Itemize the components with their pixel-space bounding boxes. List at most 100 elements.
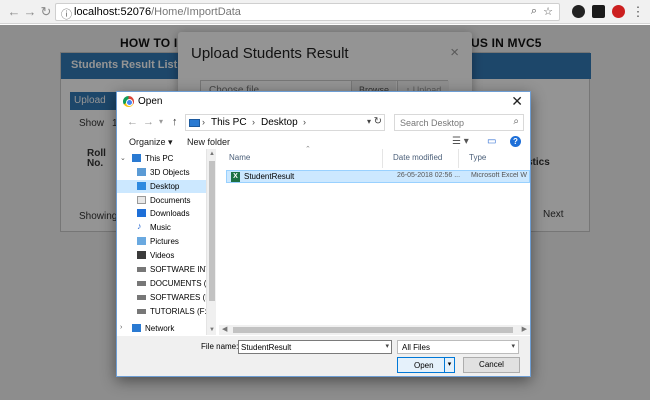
nav-label: 3D Objects bbox=[150, 168, 190, 177]
cancel-button[interactable]: Cancel bbox=[463, 357, 520, 373]
refresh-icon[interactable]: ↻ bbox=[374, 116, 382, 127]
drive-icon bbox=[137, 281, 146, 286]
preview-pane-icon[interactable]: ▭ bbox=[487, 136, 496, 147]
dialog-address-bar[interactable]: › This PC › Desktop › ▾ ↻ bbox=[185, 114, 385, 131]
address-bar[interactable]: ⓘ localhost:52076/Home/ImportData ⌕ ☆ bbox=[55, 3, 560, 21]
nav-label: Desktop bbox=[150, 182, 180, 191]
dialog-forward-icon[interactable]: → bbox=[143, 116, 154, 128]
nav-item-tutorials-drive[interactable]: TUTORIALS (F:) bbox=[117, 305, 209, 318]
nav-item-documents-drive[interactable]: DOCUMENTS (D bbox=[117, 277, 209, 290]
column-name[interactable]: Name ⌃ bbox=[219, 146, 383, 168]
recent-locations-icon[interactable]: ▾ bbox=[159, 117, 163, 126]
help-icon[interactable]: ? bbox=[510, 136, 521, 147]
expand-chevron-icon[interactable]: › bbox=[120, 324, 122, 331]
dialog-close-icon[interactable]: ✕ bbox=[511, 93, 523, 110]
nav-label: Network bbox=[145, 324, 175, 333]
nav-item-pictures[interactable]: Pictures bbox=[117, 235, 209, 248]
nav-label: DOCUMENTS (D bbox=[150, 279, 209, 288]
nav-label: TUTORIALS (F:) bbox=[150, 307, 209, 316]
nav-item-software-drive[interactable]: SOFTWARE INTA bbox=[117, 263, 209, 276]
scroll-down-icon[interactable]: ▼ bbox=[209, 327, 215, 333]
open-options-chevron-icon[interactable]: ▾ bbox=[444, 358, 454, 372]
scroll-thumb[interactable] bbox=[209, 161, 215, 301]
nav-item-softwares-drive[interactable]: SOFTWARES (E:) bbox=[117, 291, 209, 304]
dialog-back-icon[interactable]: ← bbox=[127, 116, 138, 128]
forward-icon[interactable]: → bbox=[22, 4, 38, 20]
file-name: StudentResult bbox=[244, 172, 295, 181]
pictures-icon bbox=[137, 237, 146, 245]
view-options-icon[interactable]: ☰ ▾ bbox=[452, 136, 469, 147]
dialog-address-row: ← → ▾ ↑ › This PC › Desktop › ▾ ↻ Search… bbox=[117, 112, 530, 134]
zoom-icon[interactable]: ⌕ bbox=[531, 5, 537, 18]
chrome-icon bbox=[123, 96, 134, 107]
page-info-icon[interactable]: ⓘ bbox=[61, 6, 72, 22]
nav-label: SOFTWARE INTA bbox=[150, 265, 209, 274]
scroll-left-icon[interactable]: ◀ bbox=[222, 325, 227, 333]
cube-icon bbox=[137, 168, 146, 176]
drive-icon bbox=[137, 309, 146, 314]
breadcrumb-desktop[interactable]: Desktop bbox=[261, 117, 298, 128]
up-folder-icon[interactable]: ↑ bbox=[172, 116, 178, 128]
file-row[interactable]: X StudentResult 26-05-2018 02:56 ... Mic… bbox=[226, 170, 530, 183]
nav-item-videos[interactable]: Videos bbox=[117, 249, 209, 262]
nav-item-this-pc[interactable]: ⌄ This PC bbox=[117, 152, 209, 165]
bookmark-star-icon[interactable]: ☆ bbox=[543, 5, 553, 18]
drive-icon bbox=[137, 295, 146, 300]
nav-scrollbar[interactable]: ▲ ▼ bbox=[206, 149, 216, 335]
nav-item-network[interactable]: › Network bbox=[117, 322, 209, 335]
menu-icon[interactable]: ⋮ bbox=[630, 4, 646, 20]
extension-icon[interactable] bbox=[572, 5, 585, 18]
column-type[interactable]: Type bbox=[459, 149, 530, 168]
opera-icon[interactable] bbox=[612, 5, 625, 18]
new-folder-button[interactable]: New folder bbox=[187, 137, 230, 147]
file-list-hscrollbar[interactable]: ◀ ▶ bbox=[219, 325, 530, 335]
address-dropdown-icon[interactable]: ▾ bbox=[367, 117, 371, 126]
organize-button[interactable]: Organize ▾ bbox=[129, 137, 173, 148]
nav-label: Documents bbox=[150, 196, 191, 205]
dialog-title: Open bbox=[138, 96, 163, 107]
file-list: Name ⌃ Date modified Type X StudentResult… bbox=[219, 146, 530, 335]
breadcrumb-sep-icon[interactable]: › bbox=[303, 117, 306, 127]
column-label: Type bbox=[469, 153, 487, 162]
videos-icon bbox=[137, 251, 146, 259]
nav-item-desktop[interactable]: Desktop bbox=[117, 180, 209, 193]
dialog-footer: File name: ▾ All Files ▾ Open ▾ Cancel bbox=[117, 336, 530, 376]
search-input[interactable]: Search Desktop ⌕ bbox=[394, 114, 524, 131]
nav-label: Pictures bbox=[150, 237, 179, 246]
downloads-icon bbox=[137, 209, 146, 217]
nav-item-downloads[interactable]: Downloads bbox=[117, 207, 209, 220]
file-name-input[interactable] bbox=[241, 341, 381, 353]
nav-item-documents[interactable]: Documents bbox=[117, 194, 209, 207]
chevron-down-icon[interactable]: ▾ bbox=[385, 342, 389, 350]
nav-label: Music bbox=[150, 223, 171, 232]
file-name-field[interactable]: ▾ bbox=[238, 340, 392, 354]
open-button-label: Open bbox=[414, 361, 434, 370]
hscroll-thumb[interactable] bbox=[233, 327, 513, 333]
browser-toolbar: ← → ↻ ⓘ localhost:52076/Home/ImportData … bbox=[0, 0, 650, 24]
nav-label: Downloads bbox=[150, 209, 190, 218]
desktop-icon bbox=[137, 182, 146, 190]
scroll-right-icon[interactable]: ▶ bbox=[522, 325, 527, 333]
extension-badge-icon[interactable] bbox=[592, 5, 605, 18]
breadcrumb-this-pc[interactable]: This PC bbox=[211, 117, 247, 128]
reload-icon[interactable]: ↻ bbox=[38, 4, 54, 20]
dialog-titlebar: Open ✕ bbox=[117, 92, 530, 112]
breadcrumb-sep-icon[interactable]: › bbox=[252, 117, 255, 127]
file-type-filter[interactable]: All Files ▾ bbox=[397, 340, 519, 354]
pc-icon bbox=[189, 119, 200, 127]
open-button[interactable]: Open ▾ bbox=[397, 357, 455, 373]
scroll-up-icon[interactable]: ▲ bbox=[209, 151, 215, 157]
filter-value: All Files bbox=[402, 343, 431, 352]
chevron-down-icon[interactable]: ▾ bbox=[511, 342, 515, 350]
nav-item-music[interactable]: ♪ Music bbox=[117, 221, 209, 234]
breadcrumb-sep-icon[interactable]: › bbox=[202, 117, 205, 127]
nav-item-3d-objects[interactable]: 3D Objects bbox=[117, 166, 209, 179]
back-icon[interactable]: ← bbox=[6, 4, 22, 20]
url-path: /Home/ImportData bbox=[151, 6, 241, 18]
search-placeholder: Search Desktop bbox=[400, 118, 465, 128]
expand-chevron-icon[interactable]: ⌄ bbox=[120, 154, 126, 162]
drive-icon bbox=[137, 267, 146, 272]
column-date-modified[interactable]: Date modified bbox=[383, 149, 459, 168]
open-file-dialog: Open ✕ ← → ▾ ↑ › This PC › Desktop › ▾ ↻… bbox=[116, 91, 531, 377]
url-host: localhost:52076 bbox=[74, 6, 152, 18]
